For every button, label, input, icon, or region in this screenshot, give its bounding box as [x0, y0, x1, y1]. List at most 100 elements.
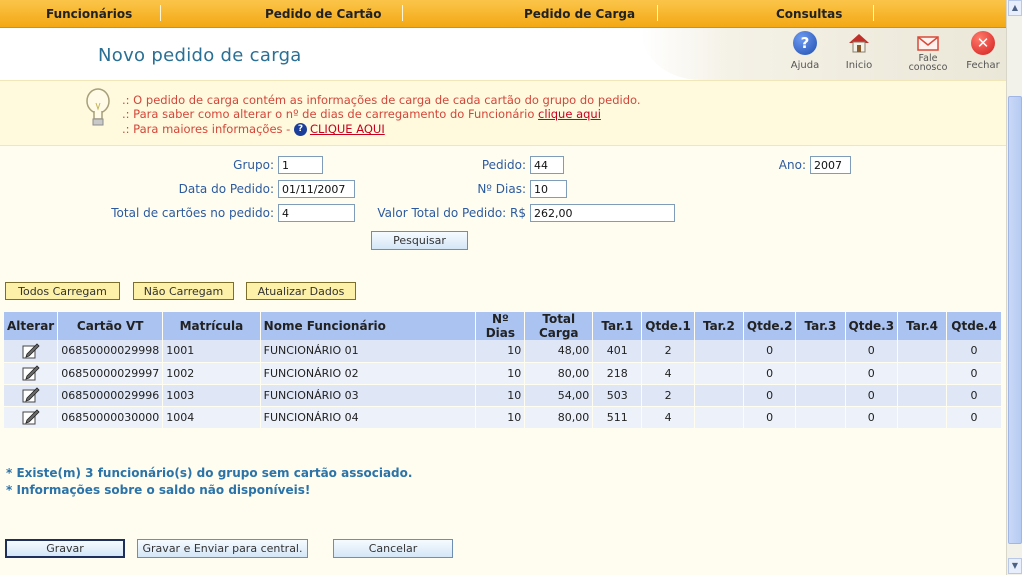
- data-pedido-field[interactable]: [278, 180, 355, 198]
- cell-total: 48,00: [524, 340, 594, 363]
- cell-tar3: [795, 340, 846, 363]
- table-row: 06850000029997 1002 FUNCIONÁRIO 02 10 80…: [4, 362, 1002, 385]
- home-label: Inicio: [845, 60, 873, 71]
- edit-cell: [4, 340, 59, 363]
- col-total-carga[interactable]: Total Carga: [524, 312, 594, 340]
- cell-cartao: 06850000029998: [57, 340, 164, 363]
- total-cartoes-field[interactable]: [278, 204, 355, 222]
- cell-nome: FUNCIONÁRIO 04: [260, 406, 477, 429]
- col-tar2[interactable]: Tar.2: [694, 312, 744, 340]
- save-button[interactable]: Gravar: [5, 539, 125, 558]
- menu-consultas[interactable]: Consultas: [776, 7, 842, 21]
- help-label: Ajuda: [790, 60, 820, 71]
- cell-dias: 10: [475, 340, 526, 363]
- top-menu-bar: Funcionários Pedido de Cartão Pedido de …: [0, 0, 1006, 28]
- col-tar3[interactable]: Tar.3: [795, 312, 846, 340]
- col-matricula[interactable]: Matrícula: [162, 312, 261, 340]
- ano-field[interactable]: [810, 156, 851, 174]
- scroll-up-arrow-icon[interactable]: ▲: [1008, 0, 1022, 16]
- note-no-card: * Existe(m) 3 funcionário(s) do grupo se…: [6, 466, 413, 480]
- cell-qtde2: 0: [743, 362, 797, 385]
- cell-tar4: [897, 384, 948, 407]
- cell-tar2: [694, 362, 744, 385]
- cell-cartao: 06850000029996: [57, 384, 164, 407]
- contact-label-2: conosco: [908, 62, 948, 73]
- scroll-thumb[interactable]: [1008, 96, 1022, 544]
- edit-cell: [4, 406, 59, 429]
- cell-matricula: 1001: [162, 340, 261, 363]
- help-button[interactable]: ? Ajuda: [780, 31, 830, 71]
- help-icon: ?: [793, 31, 817, 55]
- valor-total-field[interactable]: [530, 204, 675, 222]
- cell-qtde1: 2: [641, 340, 695, 363]
- grupo-label: Grupo:: [233, 158, 274, 172]
- cell-qtde2: 0: [743, 406, 797, 429]
- col-dias[interactable]: Nº Dias: [475, 312, 526, 340]
- note-no-balance: * Informações sobre o saldo não disponív…: [6, 483, 311, 497]
- col-tar4[interactable]: Tar.4: [897, 312, 948, 340]
- table-row: 06850000029996 1003 FUNCIONÁRIO 03 10 54…: [4, 384, 1002, 407]
- cancel-button[interactable]: Cancelar: [333, 539, 453, 558]
- col-nome[interactable]: Nome Funcionário: [260, 312, 477, 340]
- num-dias-field[interactable]: [530, 180, 567, 198]
- cell-matricula: 1002: [162, 362, 261, 385]
- cell-qtde4: 0: [946, 362, 1002, 385]
- col-qtde1[interactable]: Qtde.1: [641, 312, 695, 340]
- update-data-button[interactable]: Atualizar Dados: [246, 282, 356, 300]
- info-line-2: .: Para saber como alterar o nº de dias …: [122, 107, 601, 121]
- all-load-button[interactable]: Todos Carregam: [5, 282, 120, 300]
- cell-qtde1: 4: [641, 362, 695, 385]
- scroll-down-arrow-icon[interactable]: ▼: [1008, 558, 1022, 574]
- close-button[interactable]: ✕ Fechar: [958, 31, 1008, 71]
- cell-total: 54,00: [524, 384, 594, 407]
- menu-separator: [873, 5, 874, 21]
- menu-separator: [657, 5, 658, 21]
- col-alterar: Alterar: [4, 312, 59, 340]
- total-cartoes-label: Total de cartões no pedido:: [111, 206, 274, 220]
- menu-pedido-carga[interactable]: Pedido de Carga: [524, 7, 635, 21]
- cards-table: Alterar Cartão VT Matrícula Nome Funcion…: [4, 312, 1002, 429]
- contact-button[interactable]: Fale conosco: [903, 31, 953, 72]
- edit-icon[interactable]: [22, 365, 40, 381]
- cell-tar4: [897, 406, 948, 429]
- cell-tar1: 511: [592, 406, 643, 429]
- close-label: Fechar: [966, 60, 1000, 71]
- cell-cartao: 06850000030000: [57, 406, 164, 429]
- search-button[interactable]: Pesquisar: [371, 231, 468, 250]
- cell-nome: FUNCIONÁRIO 01: [260, 340, 477, 363]
- cell-tar1: 218: [592, 362, 643, 385]
- cell-tar4: [897, 362, 948, 385]
- edit-icon[interactable]: [22, 409, 40, 425]
- col-cartao[interactable]: Cartão VT: [57, 312, 164, 340]
- info-line-1: .: O pedido de carga contém as informaçõ…: [122, 93, 641, 107]
- page-header: Novo pedido de carga ? Ajuda Inicio Fale…: [0, 28, 1006, 80]
- vertical-scrollbar[interactable]: ▲ ▼: [1006, 0, 1022, 575]
- more-info-link[interactable]: CLIQUE AQUI: [310, 122, 385, 136]
- edit-icon[interactable]: [22, 387, 40, 403]
- lightbulb-icon: [84, 87, 112, 134]
- change-days-link[interactable]: clique aqui: [538, 107, 601, 121]
- page-title: Novo pedido de carga: [98, 45, 302, 66]
- home-icon: [847, 31, 871, 55]
- edit-icon[interactable]: [22, 343, 40, 359]
- cell-qtde3: 0: [845, 384, 899, 407]
- col-qtde3[interactable]: Qtde.3: [845, 312, 899, 340]
- pedido-field[interactable]: [530, 156, 564, 174]
- col-tar1[interactable]: Tar.1: [592, 312, 643, 340]
- menu-separator: [402, 5, 403, 21]
- menu-funcionarios[interactable]: Funcionários: [46, 7, 132, 21]
- menu-pedido-cartao[interactable]: Pedido de Cartão: [265, 7, 381, 21]
- grupo-field[interactable]: [278, 156, 323, 174]
- cell-matricula: 1003: [162, 384, 261, 407]
- question-icon: ?: [294, 123, 307, 136]
- home-button[interactable]: Inicio: [834, 31, 884, 71]
- close-icon: ✕: [971, 31, 995, 55]
- none-load-button[interactable]: Não Carregam: [133, 282, 234, 300]
- col-qtde2[interactable]: Qtde.2: [743, 312, 797, 340]
- cell-qtde4: 0: [946, 384, 1002, 407]
- cell-tar3: [795, 362, 846, 385]
- col-qtde4[interactable]: Qtde.4: [946, 312, 1002, 340]
- cell-total: 80,00: [524, 362, 594, 385]
- cell-qtde4: 0: [946, 406, 1002, 429]
- save-send-button[interactable]: Gravar e Enviar para central.: [137, 539, 308, 558]
